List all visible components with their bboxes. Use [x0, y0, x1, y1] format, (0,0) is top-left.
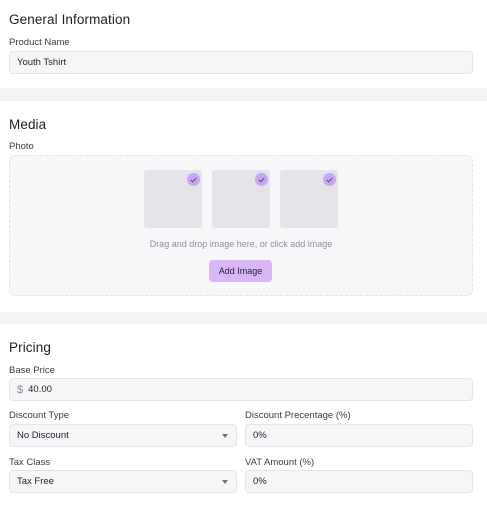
- base-price-label: Base Price: [9, 365, 55, 376]
- vat-amount-value: 0%: [253, 476, 267, 487]
- general-information-card: General Information Product Name Youth T…: [0, 0, 487, 88]
- add-image-button[interactable]: Add Image: [209, 260, 272, 282]
- product-name-label: Product Name: [9, 37, 70, 48]
- product-form-page: General Information Product Name Youth T…: [0, 0, 487, 509]
- base-price-input[interactable]: $ 40.00: [9, 378, 473, 401]
- media-title: Media: [9, 117, 47, 132]
- discount-type-select[interactable]: No Discount: [9, 424, 237, 447]
- discount-percentage-label: Discount Precentage (%): [245, 410, 351, 421]
- general-information-title: General Information: [9, 12, 131, 27]
- check-icon[interactable]: [323, 173, 336, 186]
- dropzone-hint: Drag and drop image here, or click add i…: [149, 239, 333, 249]
- discount-type-label: Discount Type: [9, 410, 70, 421]
- discount-percentage-input[interactable]: 0%: [245, 424, 473, 447]
- pricing-title: Pricing: [9, 340, 51, 355]
- currency-symbol: $: [17, 383, 24, 396]
- media-card: Media Photo Drag and drop image here, or…: [0, 101, 487, 312]
- image-thumbnail[interactable]: [144, 170, 202, 228]
- discount-type-value: No Discount: [17, 430, 69, 441]
- base-price-value: 40.00: [28, 384, 52, 395]
- check-icon[interactable]: [187, 173, 200, 186]
- tax-class-label: Tax Class: [9, 457, 51, 468]
- check-icon[interactable]: [255, 173, 268, 186]
- tax-class-select[interactable]: Tax Free: [9, 470, 237, 493]
- chevron-down-icon: [222, 480, 228, 484]
- product-name-input[interactable]: Youth Tshirt: [9, 51, 473, 74]
- chevron-down-icon: [222, 434, 228, 438]
- vat-amount-label: VAT Amount (%): [245, 457, 315, 468]
- image-dropzone[interactable]: Drag and drop image here, or click add i…: [9, 155, 473, 296]
- photo-label: Photo: [9, 141, 34, 152]
- pricing-card: Pricing Base Price $ 40.00 Discount Type…: [0, 324, 487, 509]
- image-thumbnail[interactable]: [212, 170, 270, 228]
- vat-amount-input[interactable]: 0%: [245, 470, 473, 493]
- discount-percentage-value: 0%: [253, 430, 267, 441]
- image-thumbnail[interactable]: [280, 170, 338, 228]
- tax-class-value: Tax Free: [17, 476, 54, 487]
- product-name-value: Youth Tshirt: [17, 57, 67, 68]
